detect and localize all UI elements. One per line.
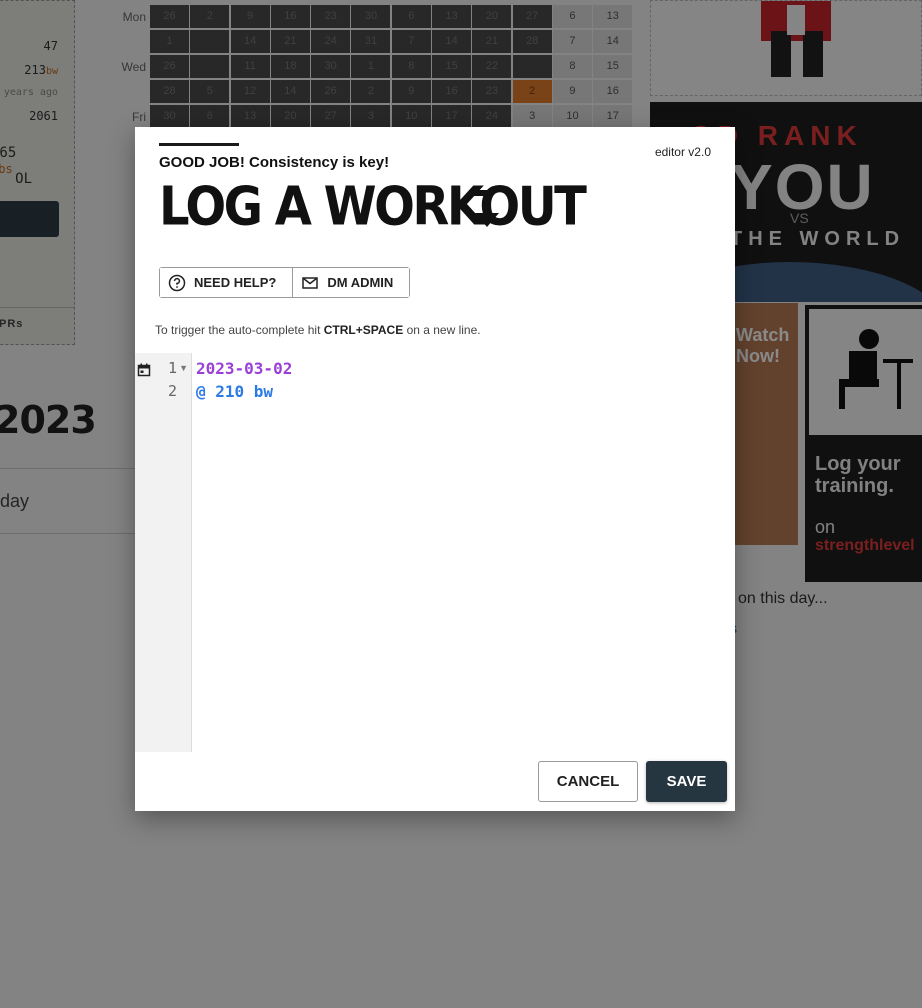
dm-admin-label: DM ADMIN <box>327 275 394 290</box>
editor-line-bodyweight[interactable]: @ 210 bw <box>196 382 273 401</box>
help-circle-icon <box>168 274 186 291</box>
line-number: 1 <box>167 359 177 377</box>
workout-code-editor[interactable]: 1 ▼ 2 2023-03-02 @ 210 bw <box>135 353 735 752</box>
fold-arrow-icon[interactable]: ▼ <box>179 363 188 373</box>
need-help-button[interactable]: NEED HELP? <box>160 268 293 297</box>
help-button-group: NEED HELP? DM ADMIN <box>159 267 411 298</box>
cancel-button[interactable]: CANCEL <box>538 761 638 802</box>
editor-version: editor v2.0 <box>654 145 711 159</box>
accent-bar <box>159 143 239 146</box>
arrow-down-right-icon <box>469 190 499 227</box>
dialog-actions: CANCEL SAVE <box>538 761 727 802</box>
dialog-tagline: GOOD JOB! Consistency is key! <box>159 154 390 171</box>
save-button[interactable]: SAVE <box>646 761 727 802</box>
log-workout-dialog: GOOD JOB! Consistency is key! editor v2.… <box>135 127 735 811</box>
editor-gutter: 1 ▼ 2 <box>135 353 192 752</box>
shortcut-key: CTRL+SPACE <box>323 323 404 337</box>
editor-line-date[interactable]: 2023-03-02 <box>196 359 292 378</box>
need-help-label: NEED HELP? <box>194 275 277 290</box>
mail-icon <box>302 276 319 289</box>
autocomplete-hint: To trigger the auto-complete hit CTRL+SP… <box>155 323 481 337</box>
dm-admin-button[interactable]: DM ADMIN <box>292 268 410 297</box>
calendar-icon[interactable] <box>137 363 151 377</box>
line-number: 2 <box>167 382 177 400</box>
dialog-title: LOG A WORKOUT <box>159 175 587 238</box>
